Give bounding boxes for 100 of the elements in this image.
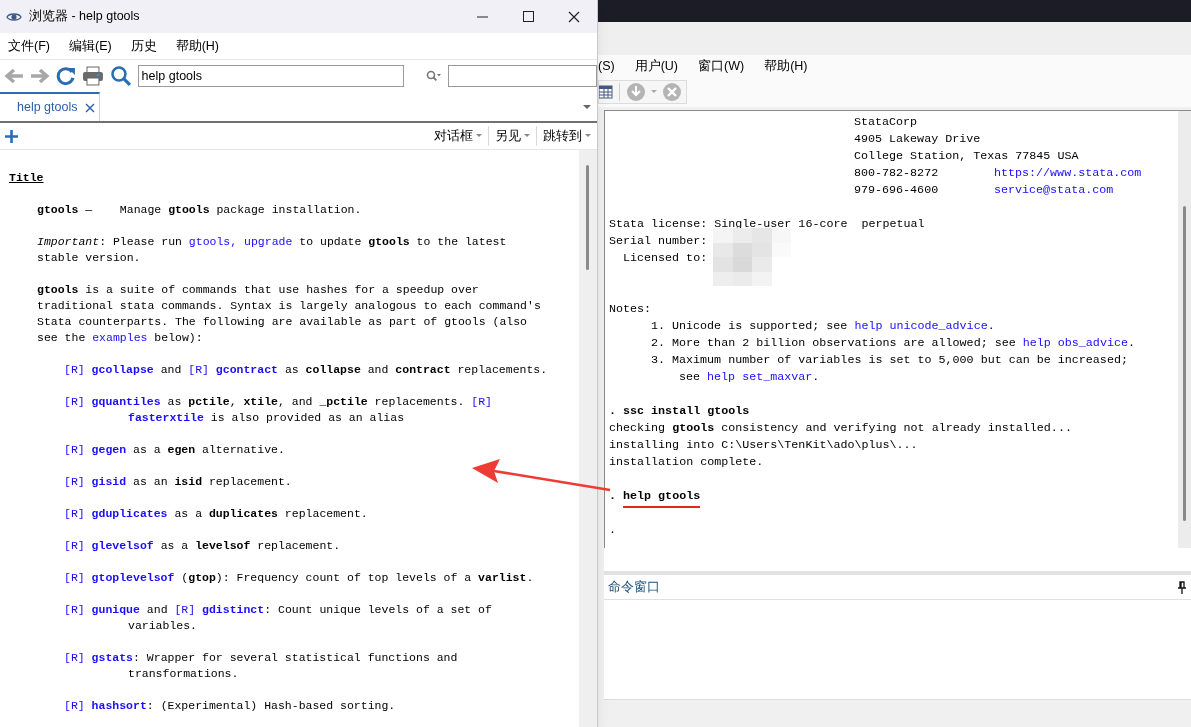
output-text: 4905 Lakeway Drive	[854, 131, 981, 148]
help-link[interactable]: [R]	[64, 539, 85, 552]
help-link[interactable]: help set_maxvar	[707, 370, 813, 384]
address-field[interactable]: help gtools	[137, 65, 404, 87]
help-link[interactable]: gquantiles	[91, 395, 161, 408]
help-link[interactable]: [R]	[64, 475, 85, 488]
help-link[interactable]: glevelsof	[91, 539, 154, 552]
menu-item[interactable]: 窗口(W)	[698, 56, 745, 76]
maximize-icon	[522, 11, 534, 22]
find-options-icon[interactable]	[425, 70, 442, 82]
tab-list-caret-icon[interactable]	[582, 103, 592, 110]
help-text-line: gtools — Manage gtools package installation.	[37, 203, 362, 216]
help-link[interactable]: gcontract	[215, 363, 278, 376]
caret-icon	[476, 134, 482, 138]
output-text: 2. More than 2 billion observations are allowed; see help obs_advice.	[651, 335, 1135, 352]
help-link[interactable]: gdistinct	[202, 603, 265, 616]
toolbar-dropdown[interactable]: 跳转到	[536, 126, 597, 146]
help-link[interactable]: [R]	[64, 507, 85, 520]
help-link[interactable]: gduplicates	[91, 507, 168, 520]
help-link[interactable]: [R]	[174, 603, 196, 616]
help-link[interactable]: gtools, upgrade	[188, 235, 293, 248]
help-link[interactable]: [R]	[471, 395, 492, 408]
download-icon[interactable]	[626, 82, 646, 102]
output-text: see help set_maxvar.	[679, 369, 820, 386]
help-link[interactable]: gstats	[91, 651, 134, 664]
help-text-line: fasterxtile is also provided as an alias	[128, 411, 405, 424]
output-text: 979-696-4600	[854, 182, 940, 199]
output-text: 800-782-8272	[854, 165, 940, 182]
help-link[interactable]: [R]	[64, 603, 85, 616]
help-link[interactable]: help obs_advice	[1022, 336, 1128, 350]
help-link[interactable]: [R]	[64, 363, 85, 376]
output-text: 1. Unicode is supported; see help unicode_advice.	[651, 318, 995, 335]
help-text-line: Important: Please run gtools, upgrade to update gtools to the latest	[37, 235, 507, 248]
output-text: StataCorp	[854, 114, 918, 131]
eye-icon	[6, 10, 22, 23]
help-text-line: [R] gisid as an isid replacement.	[64, 475, 292, 488]
help-link[interactable]: [R]	[64, 571, 85, 584]
output-text: Licensed to:	[623, 250, 708, 267]
scrollbar-thumb[interactable]	[1183, 206, 1186, 521]
help-link[interactable]: gunique	[91, 603, 140, 616]
toolbar-dropdown[interactable]: 对话框	[428, 126, 488, 146]
output-text: . help gtools	[609, 488, 701, 505]
close-tab-icon[interactable]	[85, 102, 96, 113]
menu-item[interactable]: (S)	[598, 56, 615, 76]
help-link[interactable]: [R]	[64, 395, 85, 408]
output-text: College Station, Texas 77845 USA	[854, 148, 1079, 165]
forward-icon[interactable]	[29, 67, 50, 85]
output-text: 3. Maximum number of variables is set to 5,000 but can be increased;	[651, 352, 1128, 369]
refresh-icon[interactable]	[55, 66, 76, 86]
help-text-line: [R] glevelsof as a levelsof replacement.	[64, 539, 341, 552]
table-icon[interactable]	[599, 84, 613, 100]
help-link[interactable]: gegen	[91, 443, 127, 456]
help-text-line: gtools is a suite of commands that use hashes for a speedup over	[37, 283, 479, 296]
section-heading: Title	[9, 171, 44, 184]
help-link[interactable]: [R]	[64, 699, 85, 712]
toolbar-dropdown[interactable]: 另见	[488, 126, 536, 146]
help-text-line: Stata counterparts. The following are available as part of gtools (also	[37, 315, 527, 328]
window-title: 浏览器 - help gtools	[29, 8, 140, 26]
output-text: Stata license: Single-user 16-core perpetual	[609, 216, 925, 233]
menu-item[interactable]: 帮助(H)	[175, 36, 219, 56]
pin-icon[interactable]	[1177, 580, 1187, 594]
help-link[interactable]: help unicode_advice	[854, 319, 988, 333]
menu-item[interactable]: 帮助(H)	[764, 56, 808, 76]
command-input[interactable]	[604, 600, 1191, 700]
stop-icon[interactable]	[662, 82, 682, 102]
output-text: Notes:	[609, 301, 652, 318]
back-icon[interactable]	[4, 67, 24, 85]
help-text-line: [R] gunique and [R] gdistinct: Count unique levels of a set of	[64, 603, 492, 616]
caret-icon[interactable]	[649, 89, 659, 95]
help-link[interactable]: gtoplevelsof	[91, 571, 175, 584]
help-link[interactable]: [R]	[64, 651, 85, 664]
help-link[interactable]: service@stata.com	[994, 182, 1114, 199]
menu-item[interactable]: 文件(F)	[8, 36, 50, 56]
caret-icon	[524, 134, 530, 138]
help-link[interactable]: [R]	[188, 363, 209, 376]
help-link[interactable]: [R]	[64, 443, 85, 456]
help-text-line: see the examples below):	[37, 331, 203, 344]
menu-item[interactable]: 用户(U)	[634, 56, 679, 76]
help-link[interactable]: gisid	[91, 475, 127, 488]
help-text-line: [R] hashsort: (Experimental) Hash-based sorting.	[64, 699, 396, 712]
help-text-line: [R] gcollapse and [R] gcontract as collapse and contract replacements.	[64, 363, 548, 376]
help-link[interactable]: hashsort	[91, 699, 147, 712]
help-text-line: variables.	[128, 619, 197, 632]
menu-item[interactable]: 编辑(E)	[68, 36, 112, 56]
close-icon	[568, 10, 580, 23]
help-text-line: [R] gquantiles as pctile, xtile, and _pctile replacements. [R]	[64, 395, 492, 408]
search-icon[interactable]	[109, 65, 132, 87]
menu-item[interactable]: 历史	[130, 36, 157, 56]
help-link[interactable]: examples	[92, 331, 148, 344]
help-link[interactable]: gcollapse	[91, 363, 154, 376]
scrollbar-thumb[interactable]	[586, 165, 589, 270]
output-text: installation complete.	[609, 454, 764, 471]
print-icon[interactable]	[81, 66, 104, 86]
tab[interactable]: help gtools	[0, 92, 101, 121]
add-icon[interactable]	[4, 128, 19, 144]
help-link[interactable]: fasterxtile	[128, 411, 204, 424]
help-link[interactable]: https://www.stata.com	[994, 165, 1142, 182]
find-field[interactable]	[447, 65, 597, 87]
panel-title: 命令窗口	[608, 578, 660, 597]
output-text: . ssc install gtools	[609, 403, 750, 420]
